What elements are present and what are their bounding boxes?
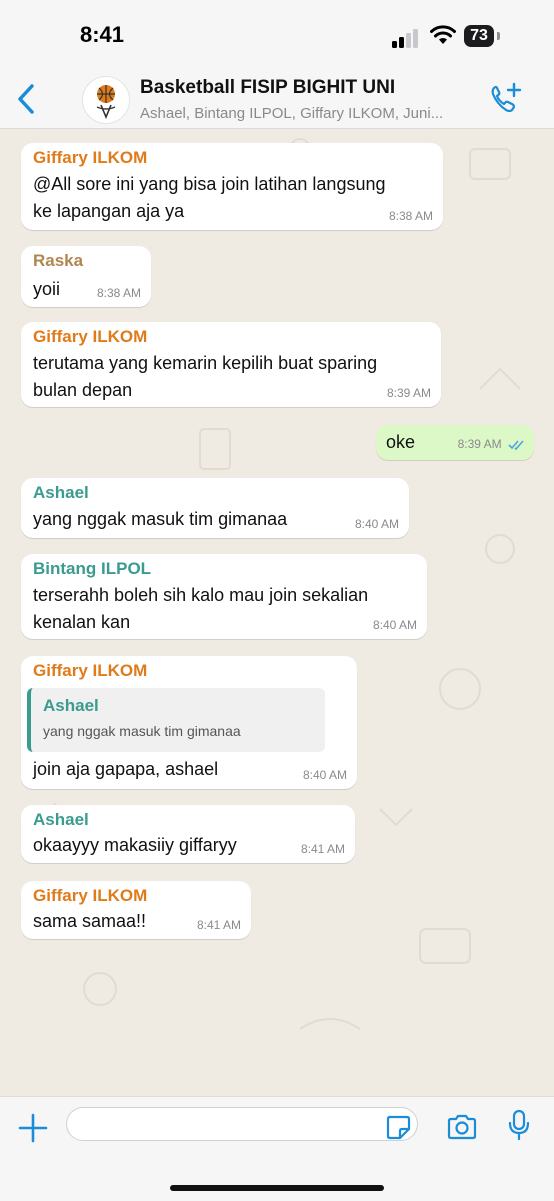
quoted-text: yang nggak masuk tim gimanaa bbox=[43, 723, 241, 739]
add-call-icon[interactable] bbox=[488, 82, 524, 116]
message-time-text: 8:39 AM bbox=[457, 437, 502, 451]
message-bubble[interactable]: Giffary ILKOM terutama yang kemarin kepi… bbox=[21, 322, 441, 407]
message-bubble[interactable]: Ashael okaayyy makasiiy giffaryy 8:41 AM bbox=[21, 805, 355, 863]
message-bubble[interactable]: Ashael yang nggak masuk tim gimanaa 8:40… bbox=[21, 478, 409, 538]
message-time: 8:38 AM bbox=[388, 209, 433, 223]
message-text: yoii bbox=[33, 279, 61, 299]
message-sender[interactable]: Giffary ILKOM bbox=[33, 886, 147, 906]
battery-icon: 73 bbox=[464, 25, 494, 47]
back-chevron-icon[interactable] bbox=[14, 82, 40, 116]
read-ticks-icon bbox=[508, 440, 524, 450]
message-text: oke bbox=[386, 432, 416, 452]
message-time: 8:38 AM bbox=[96, 286, 141, 300]
camera-icon[interactable] bbox=[446, 1114, 478, 1140]
chat-area[interactable]: Giffary ILKOM @All sore ini yang bisa jo… bbox=[0, 129, 554, 1096]
message-text: sama samaa!! bbox=[33, 911, 147, 931]
chat-header: Basketball FISIP BIGHIT UNI Ashael, Bint… bbox=[0, 72, 554, 129]
message-text: bulan depan bbox=[33, 380, 133, 400]
quoted-sender: Ashael bbox=[43, 696, 99, 715]
message-text: join aja gapapa, ashael bbox=[33, 759, 219, 779]
message-text: @All sore ini yang bisa join latihan lan… bbox=[33, 174, 386, 194]
message-sender[interactable]: Ashael bbox=[33, 810, 89, 830]
composer-bar bbox=[0, 1096, 554, 1201]
plus-icon[interactable] bbox=[18, 1113, 48, 1143]
message-sender[interactable]: Giffary ILKOM bbox=[33, 661, 147, 681]
message-text: kenalan kan bbox=[33, 612, 131, 632]
message-sender[interactable]: Giffary ILKOM bbox=[33, 327, 147, 347]
message-time: 8:39 AM bbox=[386, 386, 431, 400]
message-input[interactable] bbox=[66, 1107, 418, 1141]
message-sender[interactable]: Raska bbox=[33, 251, 83, 271]
message-bubble[interactable]: Bintang ILPOL terserahh boleh sih kalo m… bbox=[21, 554, 427, 639]
cellular-signal-icon bbox=[392, 28, 422, 48]
message-text: terserahh boleh sih kalo mau join sekali… bbox=[33, 585, 369, 605]
message-text: ke lapangan aja ya bbox=[33, 201, 185, 221]
quoted-message[interactable]: Ashael yang nggak masuk tim gimanaa bbox=[27, 688, 325, 752]
message-sender[interactable]: Ashael bbox=[33, 483, 89, 503]
message-bubble[interactable]: Giffary ILKOM @All sore ini yang bisa jo… bbox=[21, 143, 443, 230]
wifi-icon bbox=[430, 25, 456, 44]
message-text: okaayyy makasiiy giffaryy bbox=[33, 835, 237, 855]
message-bubble[interactable]: Giffary ILKOM sama samaa!! 8:41 AM bbox=[21, 881, 251, 939]
battery-tip bbox=[497, 32, 500, 40]
home-indicator bbox=[170, 1185, 384, 1191]
message-time: 8:41 AM bbox=[196, 918, 241, 932]
group-avatar-icon[interactable] bbox=[82, 76, 130, 124]
status-bar: 8:41 73 bbox=[0, 0, 554, 72]
microphone-icon[interactable] bbox=[508, 1109, 530, 1141]
message-bubble-reply[interactable]: Giffary ILKOM Ashael yang nggak masuk ti… bbox=[21, 656, 357, 789]
message-time: 8:41 AM bbox=[300, 842, 345, 856]
message-sender[interactable]: Giffary ILKOM bbox=[33, 148, 147, 168]
sticker-icon[interactable] bbox=[385, 1114, 411, 1140]
message-bubble[interactable]: Raska yoii 8:38 AM bbox=[21, 246, 151, 307]
group-title[interactable]: Basketball FISIP BIGHIT UNI bbox=[140, 77, 395, 99]
message-time: 8:39 AM bbox=[458, 437, 526, 451]
message-time: 8:40 AM bbox=[302, 768, 347, 782]
message-sender[interactable]: Bintang ILPOL bbox=[33, 559, 151, 579]
message-text: terutama yang kemarin kepilih buat spari… bbox=[33, 353, 378, 373]
message-text: yang nggak masuk tim gimanaa bbox=[33, 509, 288, 529]
group-members[interactable]: Ashael, Bintang ILPOL, Giffary ILKOM, Ju… bbox=[140, 105, 480, 122]
status-time: 8:41 bbox=[80, 22, 125, 47]
message-time: 8:40 AM bbox=[372, 618, 417, 632]
message-time: 8:40 AM bbox=[354, 517, 399, 531]
message-bubble-outgoing[interactable]: oke 8:39 AM bbox=[376, 425, 534, 460]
